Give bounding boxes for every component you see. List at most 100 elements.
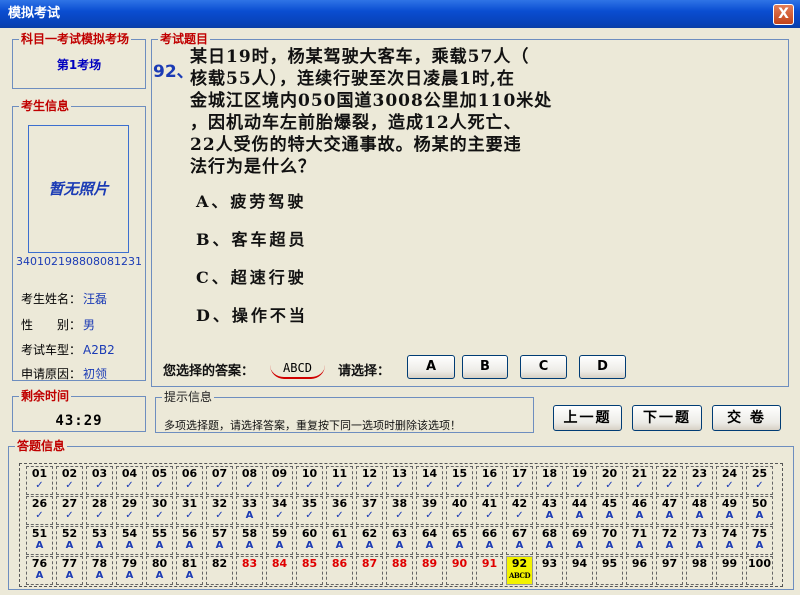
answer-cell[interactable]: 99 [716,556,743,585]
answer-cell[interactable]: 32 ✓ [206,496,233,525]
answer-cell[interactable]: 93 [536,556,563,585]
answer-cell[interactable]: 28 ✓ [86,496,113,525]
answer-cell[interactable]: 14 ✓ [416,466,443,495]
answer-cell[interactable]: 72 A [656,526,683,555]
answer-cell[interactable]: 73 A [686,526,713,555]
answer-cell[interactable]: 06 ✓ [176,466,203,495]
answer-cell[interactable]: 11 ✓ [326,466,353,495]
answer-cell[interactable]: 21 ✓ [626,466,653,495]
answer-cell[interactable]: 33 A [236,496,263,525]
answer-cell[interactable]: 98 [686,556,713,585]
answer-cell[interactable]: 64 A [416,526,443,555]
answer-cell[interactable]: 66 A [476,526,503,555]
answer-cell[interactable]: 51 A [26,526,53,555]
answer-cell[interactable]: 30 ✓ [146,496,173,525]
submit-exam-button[interactable]: 交 卷 [712,405,781,431]
answer-cell[interactable]: 82 [206,556,233,585]
answer-c-button[interactable]: C [520,355,567,379]
answer-cell[interactable]: 75 A [746,526,773,555]
answer-cell[interactable]: 40 ✓ [446,496,473,525]
answer-cell[interactable]: 23 ✓ [686,466,713,495]
answer-cell[interactable]: 85 [296,556,323,585]
answer-cell[interactable]: 74 A [716,526,743,555]
answer-cell[interactable]: 35 ✓ [296,496,323,525]
answer-cell[interactable]: 76 A [26,556,53,585]
answer-cell[interactable]: 36 ✓ [326,496,353,525]
answer-cell[interactable]: 49 A [716,496,743,525]
answer-cell[interactable]: 26 ✓ [26,496,53,525]
answer-d-button[interactable]: D [579,355,626,379]
prev-question-button[interactable]: 上一题 [553,405,622,431]
answer-cell[interactable]: 71 A [626,526,653,555]
answer-cell[interactable]: 90 [446,556,473,585]
answer-cell[interactable]: 70 A [596,526,623,555]
close-button[interactable]: X [773,4,794,25]
answer-cell[interactable]: 54 A [116,526,143,555]
answer-cell[interactable]: 47 A [656,496,683,525]
next-question-button[interactable]: 下一题 [632,405,702,431]
answer-cell[interactable]: 04 ✓ [116,466,143,495]
answer-cell[interactable]: 15 ✓ [446,466,473,495]
answer-cell[interactable]: 48 A [686,496,713,525]
answer-cell[interactable]: 24 ✓ [716,466,743,495]
answer-cell[interactable]: 45 A [596,496,623,525]
answer-cell[interactable]: 68 A [536,526,563,555]
answer-cell[interactable]: 13 ✓ [386,466,413,495]
answer-cell[interactable]: 39 ✓ [416,496,443,525]
answer-cell[interactable]: 29 ✓ [116,496,143,525]
answer-cell[interactable]: 38 ✓ [386,496,413,525]
answer-cell[interactable]: 07 ✓ [206,466,233,495]
answer-cell[interactable]: 57 A [206,526,233,555]
answer-cell[interactable]: 18 ✓ [536,466,563,495]
answer-cell[interactable]: 95 [596,556,623,585]
answer-cell[interactable]: 65 A [446,526,473,555]
answer-cell[interactable]: 09 ✓ [266,466,293,495]
answer-cell[interactable]: 12 ✓ [356,466,383,495]
answer-cell[interactable]: 58 A [236,526,263,555]
answer-cell[interactable]: 86 [326,556,353,585]
answer-cell[interactable]: 02 ✓ [56,466,83,495]
answer-cell[interactable]: 53 A [86,526,113,555]
answer-b-button[interactable]: B [462,355,508,379]
answer-cell[interactable]: 16 ✓ [476,466,503,495]
answer-cell[interactable]: 17 ✓ [506,466,533,495]
answer-cell[interactable]: 37 ✓ [356,496,383,525]
answer-cell[interactable]: 27 ✓ [56,496,83,525]
answer-cell[interactable]: 96 [626,556,653,585]
answer-cell[interactable]: 77 A [56,556,83,585]
answer-cell[interactable]: 81 A [176,556,203,585]
answer-cell[interactable]: 44 A [566,496,593,525]
answer-cell[interactable]: 25 ✓ [746,466,773,495]
answer-cell[interactable]: 10 ✓ [296,466,323,495]
answer-cell[interactable]: 69 A [566,526,593,555]
answer-cell[interactable]: 79 A [116,556,143,585]
answer-cell[interactable]: 03 ✓ [86,466,113,495]
answer-cell[interactable]: 100 [746,556,773,585]
answer-cell[interactable]: 63 A [386,526,413,555]
answer-a-button[interactable]: A [407,355,455,379]
answer-cell[interactable]: 41 ✓ [476,496,503,525]
answer-cell[interactable]: 34 ✓ [266,496,293,525]
answer-cell[interactable]: 19 ✓ [566,466,593,495]
answer-cell[interactable]: 83 [236,556,263,585]
answer-cell[interactable]: 56 A [176,526,203,555]
answer-cell[interactable]: 46 A [626,496,653,525]
answer-cell[interactable]: 22 ✓ [656,466,683,495]
answer-cell[interactable]: 20 ✓ [596,466,623,495]
answer-cell[interactable]: 88 [386,556,413,585]
answer-cell[interactable]: 50 A [746,496,773,525]
answer-cell[interactable]: 62 A [356,526,383,555]
answer-cell[interactable]: 91 [476,556,503,585]
answer-cell[interactable]: 61 A [326,526,353,555]
answer-cell[interactable]: 05 ✓ [146,466,173,495]
answer-cell[interactable]: 94 [566,556,593,585]
answer-cell[interactable]: 78 A [86,556,113,585]
answer-cell[interactable]: 42 ✓ [506,496,533,525]
answer-cell[interactable]: 87 [356,556,383,585]
answer-cell[interactable]: 01 ✓ [26,466,53,495]
answer-cell[interactable]: 89 [416,556,443,585]
answer-cell[interactable]: 60 A [296,526,323,555]
answer-cell[interactable]: 97 [656,556,683,585]
answer-cell[interactable]: 52 A [56,526,83,555]
answer-cell[interactable]: 31 ✓ [176,496,203,525]
